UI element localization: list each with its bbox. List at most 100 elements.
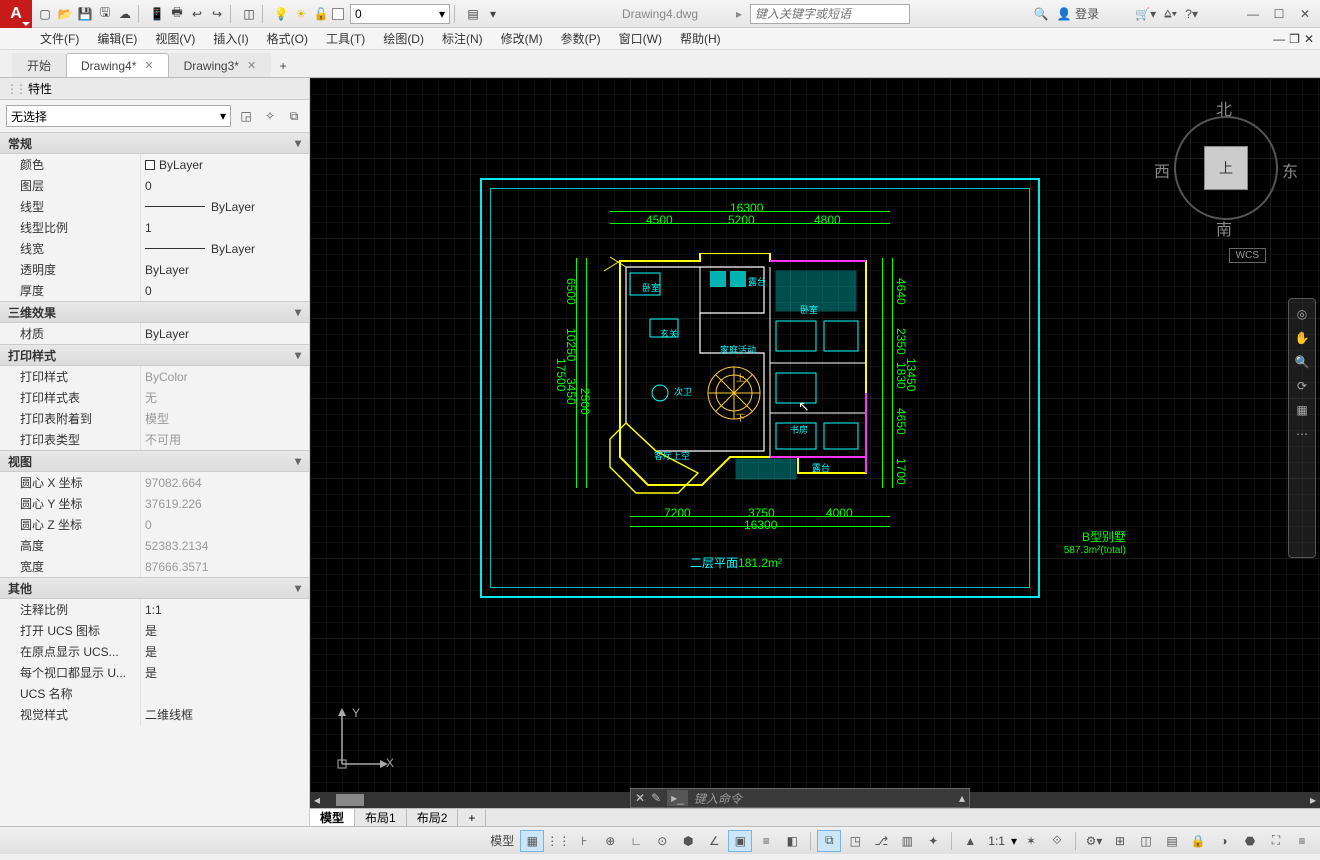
properties-title[interactable]: 特性	[0, 78, 309, 100]
annotation-monitor-icon[interactable]: ⊞	[1108, 830, 1132, 852]
menu-format[interactable]: 格式(O)	[267, 30, 308, 47]
dynamic-ucs-icon[interactable]: ⎇	[869, 830, 893, 852]
search-input[interactable]	[750, 4, 910, 24]
menu-help[interactable]: 帮助(H)	[680, 30, 721, 47]
help-icon[interactable]: ?▾	[1185, 7, 1198, 21]
units-icon[interactable]: ◫	[1134, 830, 1158, 852]
nav-orbit-icon[interactable]: ⟳	[1297, 379, 1307, 393]
prop-row[interactable]: 宽度87666.3571	[0, 556, 309, 577]
status-model-label[interactable]: 模型	[486, 832, 518, 849]
hardware-accel-icon[interactable]: ⬣	[1238, 830, 1262, 852]
annotation-scale-value[interactable]: 1:1	[984, 834, 1009, 848]
prop-row[interactable]: 视觉样式二维线框	[0, 704, 309, 725]
prop-row[interactable]: 高度52383.2134	[0, 535, 309, 556]
viewcube-top-face[interactable]: 上	[1204, 146, 1248, 190]
menu-parametric[interactable]: 参数(P)	[561, 30, 601, 47]
nav-wheel-icon[interactable]: ◎	[1297, 307, 1307, 321]
cmd-customize-icon[interactable]: ✎	[651, 791, 661, 805]
layout-tab-add[interactable]: +	[458, 809, 486, 827]
prop-row[interactable]: 线型ByLayer	[0, 196, 309, 217]
menu-window[interactable]: 窗口(W)	[619, 30, 662, 47]
prop-row[interactable]: 打印样式ByColor	[0, 366, 309, 387]
prop-row[interactable]: 厚度0	[0, 280, 309, 301]
gizmo-icon[interactable]: ✦	[921, 830, 945, 852]
open-icon[interactable]: 📂	[56, 5, 74, 23]
prop-row[interactable]: 圆心 Y 坐标37619.226	[0, 493, 309, 514]
match-icon[interactable]: ◫	[240, 5, 258, 23]
customize-status-icon[interactable]: ≡	[1290, 830, 1314, 852]
doc-tab-drawing3[interactable]: Drawing3*✕	[169, 53, 272, 77]
menu-edit[interactable]: 编辑(E)	[97, 30, 137, 47]
cmd-history-icon[interactable]: ▴	[959, 791, 965, 805]
prop-row[interactable]: 颜色ByLayer	[0, 154, 309, 175]
menu-tools[interactable]: 工具(T)	[326, 30, 365, 47]
infer-constraints-icon[interactable]: ⊦	[572, 830, 596, 852]
mobile-icon[interactable]: 📱	[148, 5, 166, 23]
menu-modify[interactable]: 修改(M)	[501, 30, 543, 47]
prop-row[interactable]: 打开 UCS 图标是	[0, 620, 309, 641]
prop-row[interactable]: UCS 名称	[0, 683, 309, 704]
prop-row[interactable]: 注释比例1:1	[0, 599, 309, 620]
lock-icon[interactable]: 🔓	[312, 5, 330, 23]
osnap-tracking-icon[interactable]: ∠	[702, 830, 726, 852]
drawing-canvas[interactable]: 4500 5200 4800 16300 6500 10250 3450 175…	[310, 78, 1320, 826]
infocenter-search-icon[interactable]: 🔍	[1034, 7, 1049, 21]
cmd-close-icon[interactable]: ✕	[635, 791, 645, 805]
annotation-scale-icon[interactable]: ▲	[958, 830, 982, 852]
ortho-icon[interactable]: ∟	[624, 830, 648, 852]
isolate-icon[interactable]: ◑	[1212, 830, 1236, 852]
quick-select-icon[interactable]: ◲	[237, 107, 255, 125]
doc-tab-drawing4[interactable]: Drawing4*✕	[66, 53, 169, 77]
prop-row[interactable]: 在原点显示 UCS...是	[0, 641, 309, 662]
app-menu-button[interactable]: A	[0, 0, 32, 28]
osnap-2d-icon[interactable]: ▣	[728, 830, 752, 852]
prop-row[interactable]: 打印表类型不可用	[0, 429, 309, 450]
selection-cycling-icon[interactable]: ⧉	[817, 830, 841, 852]
mdi-close-icon[interactable]: ✕	[1304, 32, 1314, 46]
tab-close-icon[interactable]: ✕	[247, 59, 256, 72]
sun-icon[interactable]: ☀	[292, 5, 310, 23]
pickadd-icon[interactable]: ⧉	[285, 107, 303, 125]
bulb-icon[interactable]: 💡	[272, 5, 290, 23]
cart-icon[interactable]: 🛒▾	[1135, 7, 1156, 21]
wcs-badge[interactable]: WCS	[1229, 248, 1266, 263]
workspace-icon[interactable]: ⚙▾	[1082, 830, 1106, 852]
nav-zoom-icon[interactable]: 🔍	[1295, 355, 1310, 369]
doc-tab-new[interactable]: +	[271, 53, 295, 77]
prop-row[interactable]: 线宽ByLayer	[0, 238, 309, 259]
isodraft-icon[interactable]: ⬢	[676, 830, 700, 852]
saveas-icon[interactable]: 🖫	[96, 5, 114, 23]
close-icon[interactable]: ✕	[1296, 5, 1314, 23]
layout-tab-2[interactable]: 布局2	[407, 809, 459, 827]
polar-icon[interactable]: ⊙	[650, 830, 674, 852]
prop-row[interactable]: 材质ByLayer	[0, 323, 309, 344]
annotation-visibility-icon[interactable]: ✶	[1019, 830, 1043, 852]
prop-category[interactable]: 其他	[0, 577, 309, 599]
grid-display-icon[interactable]: ▦	[520, 830, 544, 852]
transparency-icon[interactable]: ◧	[780, 830, 804, 852]
cloud-icon[interactable]: ☁	[116, 5, 134, 23]
tab-close-icon[interactable]: ✕	[144, 59, 153, 72]
prop-row[interactable]: 打印表附着到模型	[0, 408, 309, 429]
redo-icon[interactable]: ↪	[208, 5, 226, 23]
prop-row[interactable]: 图层0	[0, 175, 309, 196]
prop-row[interactable]: 圆心 X 坐标97082.664	[0, 472, 309, 493]
layer-combo[interactable]: 0▾	[350, 4, 450, 24]
prop-category[interactable]: 常规	[0, 132, 309, 154]
minimize-icon[interactable]: —	[1244, 5, 1262, 23]
menu-view[interactable]: 视图(V)	[155, 30, 195, 47]
layer-color-swatch[interactable]	[332, 8, 344, 20]
prop-row[interactable]: 每个视口都显示 U...是	[0, 662, 309, 683]
autoscale-icon[interactable]: ⟐	[1045, 830, 1069, 852]
search-play-icon[interactable]: ▸	[736, 7, 742, 21]
prop-category[interactable]: 三维效果	[0, 301, 309, 323]
snap-mode-icon[interactable]: ⋮⋮	[546, 830, 570, 852]
layout-tab-1[interactable]: 布局1	[355, 809, 407, 827]
undo-icon[interactable]: ↩	[188, 5, 206, 23]
prop-row[interactable]: 透明度ByLayer	[0, 259, 309, 280]
plot-icon[interactable]: 🖶	[168, 5, 186, 23]
3dosnap-icon[interactable]: ◳	[843, 830, 867, 852]
mdi-minimize-icon[interactable]: —	[1273, 32, 1285, 46]
maximize-icon[interactable]: ☐	[1270, 5, 1288, 23]
qat-more-icon[interactable]: ▾	[484, 5, 502, 23]
